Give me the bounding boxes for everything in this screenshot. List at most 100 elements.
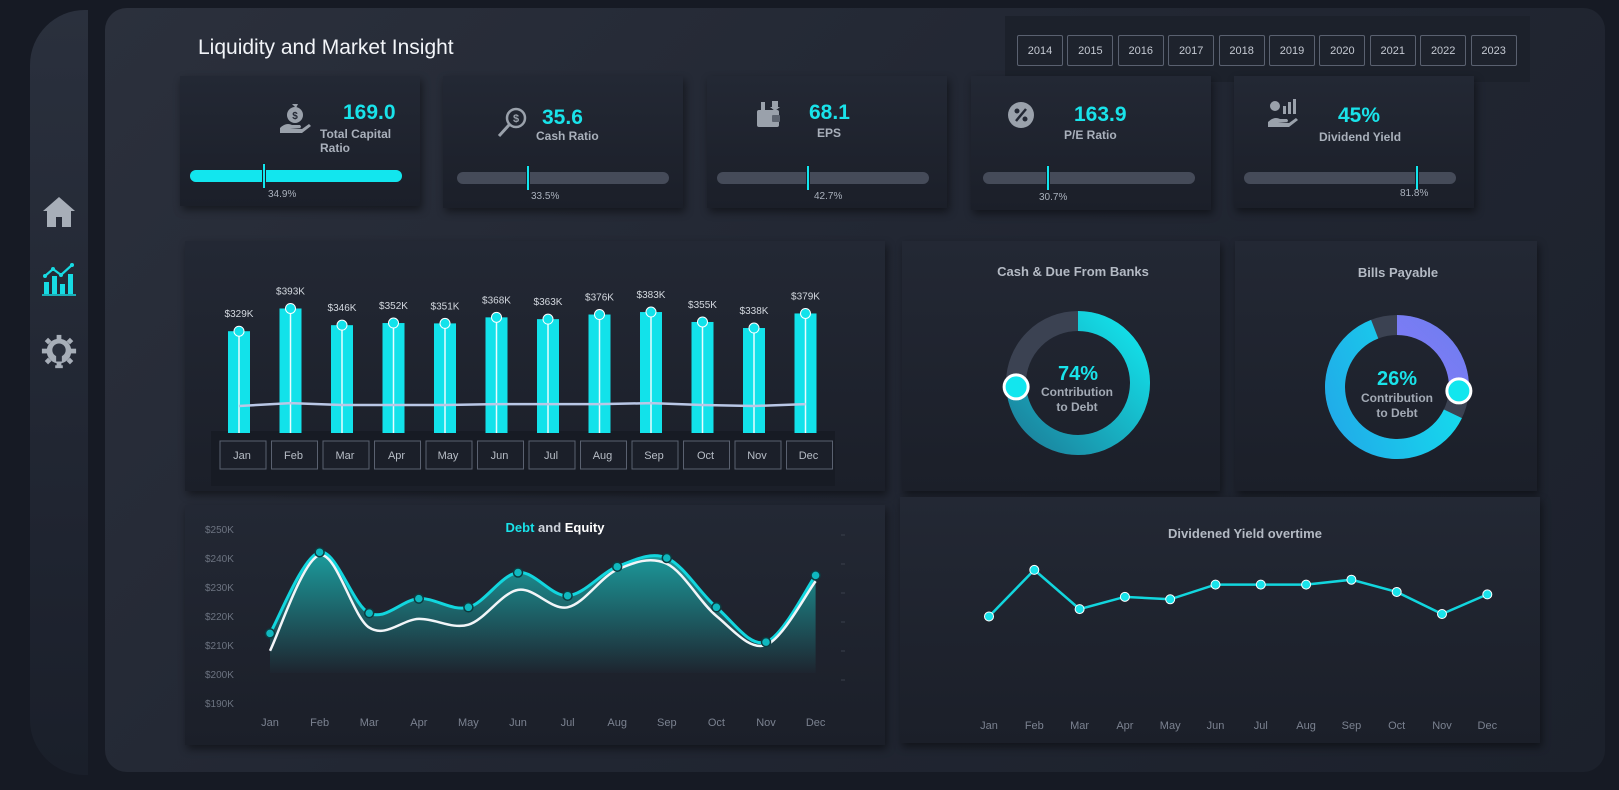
debt-point [760,636,772,648]
year-button-2023[interactable]: 2023 [1470,35,1517,66]
month-label: Oct [697,450,714,462]
year-button-2020[interactable]: 2020 [1319,35,1366,66]
kpi-value-eps: 68.1 [809,101,850,124]
bar-point [285,302,296,314]
x-tick-label: Nov [1432,720,1452,732]
debt-point [711,602,722,613]
kpi-progress-marker-total-capital-ratio [261,163,266,189]
debt-point [413,593,425,604]
bar-point [697,316,708,328]
kpi-progress-track-cash-ratio [457,165,669,191]
bar-value-label: $329K [225,309,254,320]
year-button-2015[interactable]: 2015 [1067,35,1114,66]
kpi-percent-cash-ratio: 33.5% [531,191,560,202]
x-tick-label: Feb [310,717,329,729]
year-button-2016[interactable]: 2016 [1117,35,1164,66]
bar-point [800,307,811,319]
price-tag-icon [1004,98,1038,132]
x-tick-label: Mar [1070,720,1089,732]
money-hand-icon: $ [278,100,312,134]
dividend-point [984,611,994,622]
bar-value-label: $368K [482,295,511,306]
x-tick-label: Oct [1388,720,1405,732]
month-label: Jul [544,450,558,462]
dividend-point [1210,579,1221,590]
debt-point [512,567,524,578]
analytics-chart-icon[interactable] [40,260,78,298]
x-tick-label: Dec [806,717,826,729]
bar-point [542,313,554,325]
year-button-2017[interactable]: 2017 [1168,35,1215,66]
dividend-point [1437,609,1447,619]
gear-bulb-icon[interactable] [40,333,78,371]
dividend-point [1482,589,1493,600]
bar-point [388,317,399,329]
x-tick-label: Nov [756,717,776,729]
monthly-bar-chart: $329K Jan $393K Feb $346K Mar $352K Apr $351K May… [211,286,835,486]
kpi-progress-marker-eps [805,165,810,191]
x-tick-label: Apr [1116,720,1133,732]
cash-due-sub-line2: to Debt [1056,400,1098,414]
x-tick-label: Mar [360,717,379,729]
dividend-point [1301,579,1312,590]
dividend-point [1255,579,1266,590]
dividend-point [1074,604,1085,615]
year-button-2014[interactable]: 2014 [1017,35,1063,66]
home-icon[interactable] [40,193,78,231]
kpi-progress-marker-p-e-ratio [1046,165,1051,191]
bar-value-label: $346K [328,303,357,314]
y-tick-label: $190K [205,699,234,710]
x-tick-label: Apr [410,717,427,729]
debt-point [661,552,673,564]
and-title-part: and [534,520,564,535]
year-filter: 2014 2015 2016 2017 2018 2019 2020 2021 2022 2023 [1005,16,1530,82]
bills-payable-percent: 26% [1376,368,1418,390]
dividend-point [1165,594,1176,605]
kpi-label-p-e-ratio: P/E Ratio [1064,128,1117,142]
kpi-percent-total-capital-ratio: 34.9% [268,189,297,200]
year-button-2018[interactable]: 2018 [1218,35,1265,66]
debt-equity-chart: $250K $240K $230K $220K $210K $200K $190K Jan Fe… [205,520,845,729]
debt-title-part: Debt [506,520,536,535]
bar-point [594,309,605,321]
y-tick-label: $250K [205,525,234,536]
bills-payable-panel: Bills Payable 26% Contribution to Debt [1235,241,1537,491]
month-label: Sep [644,450,664,462]
x-tick-label: Jun [509,717,527,729]
x-tick-label: May [1160,720,1181,732]
bar-point [748,322,760,334]
equity-title-part: Equity [565,520,605,535]
y-tick-label: $220K [205,612,234,623]
page-title: Liquidity and Market Insight [198,36,454,59]
x-tick-label: Jan [980,720,998,732]
year-button-2021[interactable]: 2021 [1369,35,1416,66]
cash-due-percent: 74% [1057,363,1099,385]
year-button-2019[interactable]: 2019 [1269,35,1315,66]
bills-payable-sub: Contribution to Debt [1347,391,1447,421]
x-tick-label: Feb [1025,720,1044,732]
kpi-card-cash-ratio: $35.6 Cash Ratio 33.5% [443,76,683,208]
x-tick-label: Aug [607,717,627,729]
month-label: Jun [491,450,509,462]
month-label: Mar [336,450,355,462]
svg-text:$: $ [513,113,519,125]
debt-point [363,607,375,619]
x-tick-label: Aug [1296,720,1316,732]
dashboard-root: Liquidity and Market Insight 2014 2015 201… [0,0,1619,790]
x-tick-label: May [458,717,479,729]
x-tick-label: Jan [261,717,279,729]
donut-marker [1002,373,1030,401]
kpi-progress-track-dividend-yield [1244,165,1456,191]
kpi-value-total-capital-ratio: 169.0 [343,101,396,124]
donut-marker [1445,377,1473,405]
year-button-2022[interactable]: 2022 [1420,35,1467,66]
kpi-progress-track-total-capital-ratio [190,163,402,189]
dollar-search-icon: $ [496,106,530,140]
kpi-progress-fill-total-capital-ratio [190,170,402,182]
dividend-hand-icon [1266,98,1300,132]
trend-line [238,401,806,408]
y-tick-label: $240K [205,554,234,565]
bar-value-label: $363K [534,297,563,308]
debt-area-fill [270,552,816,673]
kpi-card-dividend-yield: 45% Dividend Yield 81.8% [1234,76,1474,208]
